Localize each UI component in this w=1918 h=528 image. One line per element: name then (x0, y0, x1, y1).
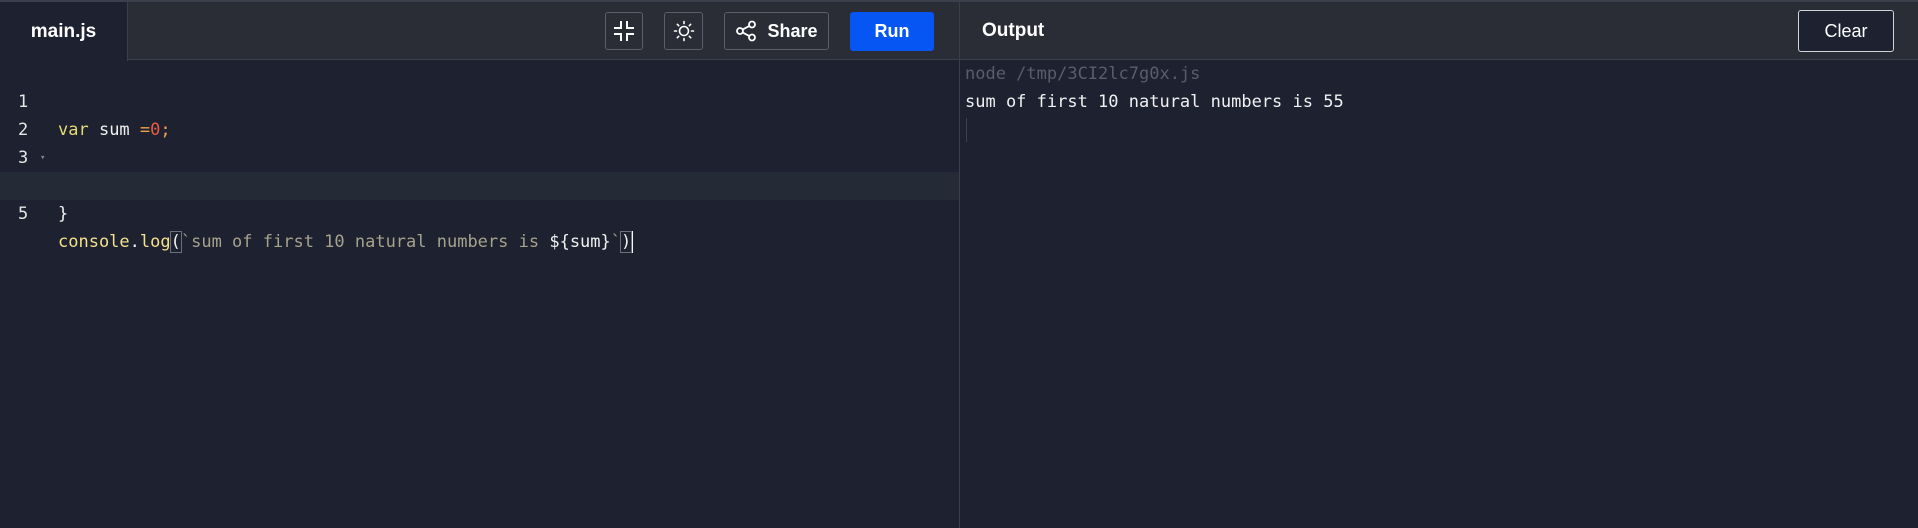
line-number: 5 (18, 204, 29, 224)
theme-toggle-button[interactable] (664, 12, 703, 50)
fullscreen-button[interactable] (605, 12, 643, 50)
code-line[interactable]: 4 } (0, 144, 959, 224)
run-button[interactable]: Run (850, 12, 934, 51)
output-title: Output (982, 20, 1045, 41)
code-line[interactable]: 3 sum += i; (0, 116, 959, 196)
text-cursor (631, 231, 634, 253)
code-line[interactable]: 2 ▾ for(i=1;i<=10;i++){ (0, 88, 959, 196)
file-tab-main-js[interactable]: main.js (0, 2, 128, 61)
editor-toolbar: main.js Share Run (0, 2, 959, 61)
code-content: console.log(`sum of first 10 natural num… (58, 231, 634, 253)
code-line[interactable]: 1 var sum =0; (0, 60, 959, 140)
share-icon (736, 20, 757, 42)
output-result: sum of first 10 natural numbers is 55 (965, 92, 1344, 112)
share-label: Share (767, 20, 818, 41)
sun-icon (673, 20, 694, 42)
output-console[interactable]: node /tmp/3CI2lc7g0x.js sum of first 10 … (960, 60, 1918, 528)
share-button[interactable]: Share (724, 12, 829, 50)
output-toolbar: Output Clear (960, 2, 1918, 60)
app-window: main.js Share Run Output Clear 1 var sum… (0, 0, 1918, 528)
code-editor[interactable]: 1 var sum =0; 2 ▾ for(i=1;i<=10;i++){ 3 … (0, 60, 959, 528)
code-line-active[interactable]: 5 console.log(`sum of first 10 natural n… (0, 172, 959, 253)
output-caret (966, 118, 967, 142)
minimize-icon (614, 21, 634, 41)
clear-button[interactable]: Clear (1798, 10, 1894, 52)
output-command: node /tmp/3CI2lc7g0x.js (965, 64, 1201, 84)
